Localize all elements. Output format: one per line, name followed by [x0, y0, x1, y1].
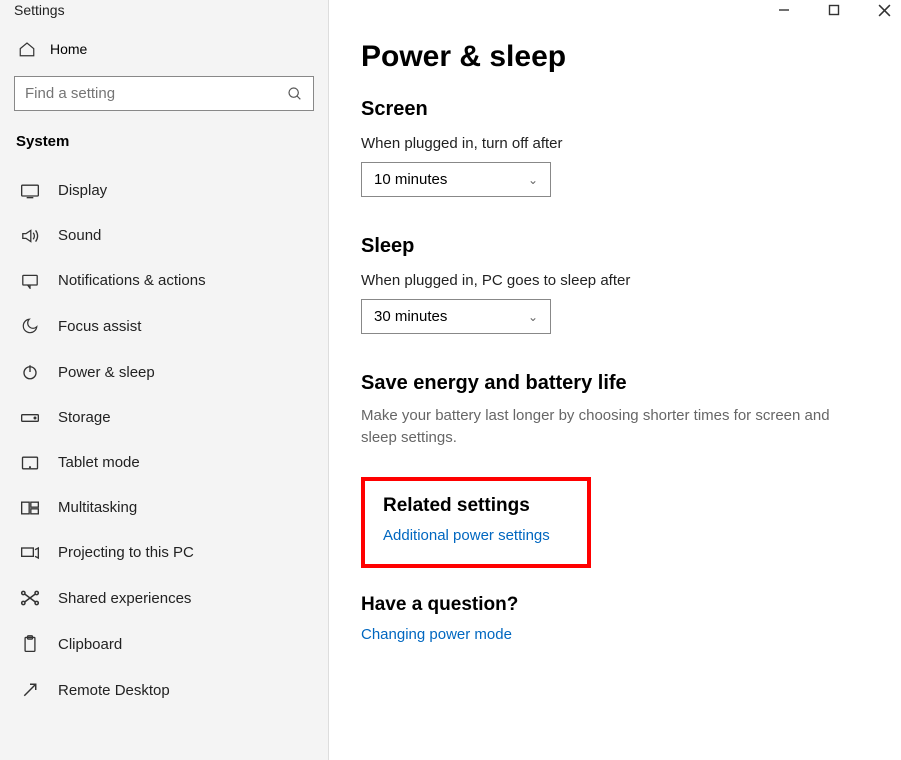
power-icon — [20, 363, 40, 381]
chevron-down-icon: ⌄ — [528, 173, 538, 187]
sidebar: Settings Home System Display Sound — [0, 0, 328, 760]
energy-description: Make your battery last longer by choosin… — [361, 405, 861, 449]
sidebar-item-storage[interactable]: Storage — [14, 395, 314, 440]
sidebar-item-sound[interactable]: Sound — [14, 213, 314, 258]
additional-power-settings-link[interactable]: Additional power settings — [383, 527, 569, 544]
minimize-button[interactable] — [772, 2, 796, 19]
close-button[interactable] — [872, 2, 897, 19]
sidebar-item-label: Remote Desktop — [58, 682, 170, 699]
category-label: System — [14, 129, 314, 168]
sleep-heading: Sleep — [361, 235, 871, 258]
related-heading: Related settings — [383, 495, 569, 517]
main-content: Power & sleep Screen When plugged in, tu… — [328, 0, 901, 760]
projecting-icon — [20, 545, 40, 561]
related-settings-highlight: Related settings Additional power settin… — [361, 477, 591, 568]
sidebar-item-label: Focus assist — [58, 318, 141, 335]
sidebar-item-clipboard[interactable]: Clipboard — [14, 621, 314, 667]
question-heading: Have a question? — [361, 594, 871, 616]
settings-window: Settings Home System Display Sound — [0, 0, 901, 760]
remote-icon — [20, 681, 40, 699]
sidebar-item-label: Multitasking — [58, 499, 137, 516]
search-input-container[interactable] — [14, 76, 314, 111]
clipboard-icon — [20, 635, 40, 653]
sleep-label: When plugged in, PC goes to sleep after — [361, 272, 871, 289]
energy-heading: Save energy and battery life — [361, 372, 871, 395]
screen-heading: Screen — [361, 98, 871, 121]
sidebar-item-tablet[interactable]: Tablet mode — [14, 440, 314, 485]
window-controls — [772, 2, 897, 19]
focus-icon — [20, 317, 40, 335]
screen-off-value: 10 minutes — [374, 171, 447, 188]
search-icon — [287, 86, 303, 102]
nav-list: Display Sound Notifications & actions Fo… — [14, 168, 314, 713]
sleep-dropdown[interactable]: 30 minutes ⌄ — [361, 299, 551, 334]
sidebar-item-multitasking[interactable]: Multitasking — [14, 485, 314, 530]
sidebar-item-projecting[interactable]: Projecting to this PC — [14, 530, 314, 575]
sidebar-item-label: Clipboard — [58, 636, 122, 653]
sidebar-item-display[interactable]: Display — [14, 168, 314, 213]
changing-power-mode-link[interactable]: Changing power mode — [361, 626, 871, 643]
sound-icon — [20, 228, 40, 244]
sidebar-item-label: Display — [58, 182, 107, 199]
sidebar-item-label: Sound — [58, 227, 101, 244]
chevron-down-icon: ⌄ — [528, 310, 538, 324]
home-nav[interactable]: Home — [14, 28, 314, 70]
sidebar-item-power[interactable]: Power & sleep — [14, 349, 314, 395]
home-label: Home — [50, 41, 87, 57]
shared-icon — [20, 589, 40, 607]
sidebar-item-notifications[interactable]: Notifications & actions — [14, 258, 314, 303]
app-title: Settings — [14, 0, 314, 28]
sidebar-item-label: Power & sleep — [58, 364, 155, 381]
home-icon — [18, 40, 36, 58]
multitask-icon — [20, 500, 40, 516]
storage-icon — [20, 411, 40, 425]
sidebar-item-label: Shared experiences — [58, 590, 191, 607]
sidebar-item-label: Tablet mode — [58, 454, 140, 471]
tablet-icon — [20, 455, 40, 471]
sidebar-item-remote[interactable]: Remote Desktop — [14, 667, 314, 713]
notifications-icon — [20, 273, 40, 289]
sidebar-item-label: Notifications & actions — [58, 272, 206, 289]
sleep-value: 30 minutes — [374, 308, 447, 325]
sidebar-item-label: Storage — [58, 409, 111, 426]
screen-off-dropdown[interactable]: 10 minutes ⌄ — [361, 162, 551, 197]
sidebar-item-focus[interactable]: Focus assist — [14, 303, 314, 349]
page-title: Power & sleep — [361, 40, 871, 74]
screen-off-label: When plugged in, turn off after — [361, 135, 871, 152]
sidebar-item-shared[interactable]: Shared experiences — [14, 575, 314, 621]
display-icon — [20, 183, 40, 199]
maximize-button[interactable] — [822, 2, 846, 19]
search-input[interactable] — [25, 85, 287, 102]
sidebar-item-label: Projecting to this PC — [58, 544, 194, 561]
